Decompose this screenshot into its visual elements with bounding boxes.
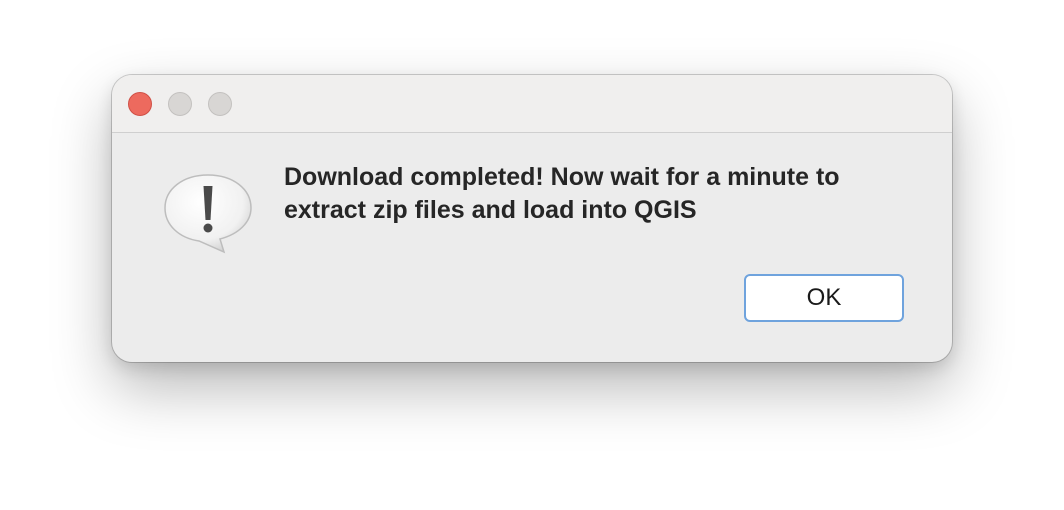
alert-message: Download completed! Now wait for a minut… (284, 163, 840, 224)
screen: Download completed! Now wait for a minut… (0, 0, 1064, 510)
ok-button[interactable]: OK (744, 274, 904, 322)
exclamation-bubble-icon (162, 172, 254, 256)
minimize-window-button[interactable] (168, 92, 192, 116)
close-window-button[interactable] (128, 92, 152, 116)
zoom-window-button[interactable] (208, 92, 232, 116)
title-bar (112, 75, 952, 133)
alert-dialog: Download completed! Now wait for a minut… (112, 75, 952, 362)
